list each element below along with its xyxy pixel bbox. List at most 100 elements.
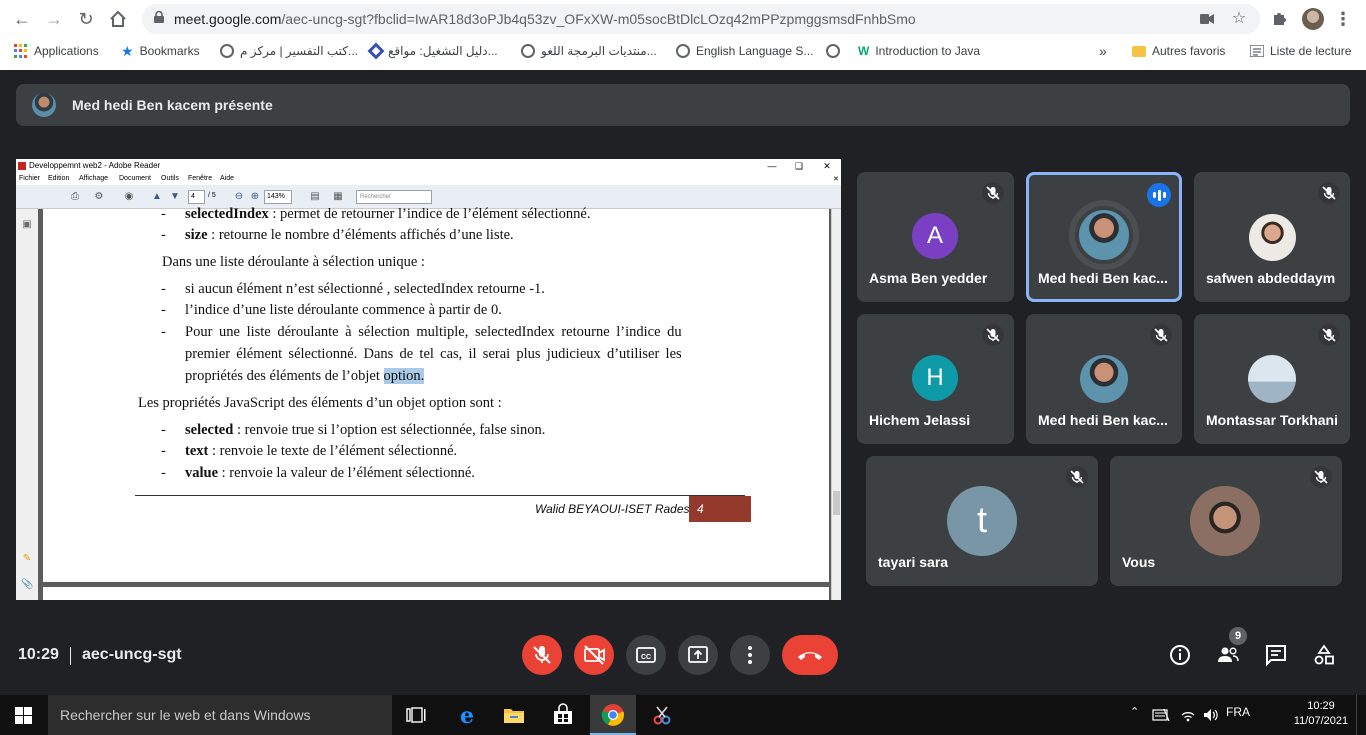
participant-tile[interactable]: A Asma Ben yedder	[857, 172, 1014, 302]
back-arrow-icon[interactable]: ←	[10, 7, 34, 31]
pdf-page: - selectedIndex : permet de retourner l’…	[43, 206, 829, 582]
meet-control-bar: 10:29 aec-uncg-sgt CC 9	[0, 610, 1366, 695]
attachment-icon[interactable]: 📎	[21, 579, 33, 591]
chrome-taskbar-button[interactable]	[590, 695, 636, 735]
close-icon[interactable]: ✕	[820, 160, 834, 172]
doc-line: Pour une liste déroulante à sélection mu…	[185, 324, 682, 340]
input-language[interactable]: FRA	[1226, 705, 1250, 719]
show-desktop-button[interactable]	[1356, 695, 1366, 735]
forward-arrow-icon[interactable]: →	[42, 7, 66, 31]
chrome-menu-icon[interactable]: ⋮	[1332, 8, 1354, 30]
participant-tile[interactable]: Montassar Torkhani	[1194, 314, 1350, 444]
doc-line: text : renvoie le texte de l’élément sél…	[185, 443, 458, 459]
toggle-camera-button[interactable]	[574, 635, 614, 675]
bookmark-forums[interactable]: منتديات البرمجة اللغو...	[521, 43, 657, 59]
menu-outils[interactable]: Outils	[161, 175, 179, 182]
globe-icon	[220, 44, 234, 58]
more-vertical-icon	[748, 646, 752, 664]
captions-button[interactable]: CC	[626, 635, 666, 675]
system-clock[interactable]: 10:29 11/07/2021	[1290, 699, 1352, 729]
doc-line: l’indice d’une liste déroulante commence…	[185, 302, 502, 318]
camera-icon[interactable]	[1198, 10, 1216, 28]
wifi-icon[interactable]	[1180, 707, 1196, 723]
extensions-puzzle-icon[interactable]	[1268, 8, 1290, 30]
captions-icon: CC	[636, 647, 656, 663]
address-bar[interactable]: meet.google.com/aec-uncg-sgt?fbclid=IwAR…	[142, 4, 1260, 34]
footer-author: Walid BEYAOUI-ISET Rades	[535, 502, 690, 516]
menu-fichier[interactable]: Fichier	[19, 175, 40, 182]
participant-tile-active[interactable]: Med hedi Ben kac...	[1026, 172, 1182, 302]
bookmark-other-favorites[interactable]: Autres favoris	[1132, 43, 1225, 59]
zoom-out-icon[interactable]: ⊖	[232, 190, 246, 204]
doc-line: selected : renvoie true si l’option est …	[185, 422, 546, 438]
bookmark-java-globe[interactable]	[826, 43, 840, 59]
volume-icon[interactable]	[1202, 707, 1220, 723]
shared-screen: Developpemnt web2 - Adobe Reader — ❏ ✕ F…	[16, 159, 841, 600]
participant-tile[interactable]: t tayari sara	[866, 456, 1098, 586]
doc-line: selectedIndex : permet de retourner l’in…	[185, 206, 591, 222]
more-bookmarks-button[interactable]: »	[1099, 43, 1107, 59]
participant-tile[interactable]: safwen abdeddaym	[1194, 172, 1350, 302]
comments-icon[interactable]: ✎	[21, 553, 33, 565]
bookmark-tafsir[interactable]: كتب التفسير | مركز م...	[220, 43, 358, 59]
edge-icon[interactable]: e	[455, 703, 479, 727]
zoom-input[interactable]: 143%	[264, 190, 292, 204]
tray-chevron-icon[interactable]: ⌃	[1130, 705, 1139, 718]
previous-page-icon[interactable]: ▲	[150, 190, 164, 204]
meeting-details-icon[interactable]	[1168, 643, 1192, 667]
store-icon[interactable]	[551, 703, 575, 727]
reading-list-button[interactable]: Liste de lecture	[1250, 43, 1351, 59]
reload-icon[interactable]: ↻	[74, 7, 98, 31]
menu-close-icon[interactable]: ✕	[833, 175, 839, 183]
present-now-button[interactable]	[678, 635, 718, 675]
reader-scrollbar[interactable]	[831, 209, 841, 600]
bookmark-applications[interactable]: Applications	[14, 43, 99, 59]
bookmark-label: كتب التفسير | مركز م...	[240, 44, 359, 58]
collaborate-icon[interactable]: ◉	[122, 190, 136, 204]
bookmark-bookmarks[interactable]: ★ Bookmarks	[121, 43, 200, 59]
leave-call-button[interactable]	[782, 635, 838, 675]
navigation-bar: ← → ↻ meet.google.com/aec-uncg-sgt?fbcli…	[0, 0, 1366, 38]
selected-text[interactable]: option.	[383, 368, 425, 384]
windows-start-icon[interactable]	[15, 707, 32, 724]
toggle-mic-button[interactable]	[522, 635, 562, 675]
task-view-icon[interactable]	[404, 703, 428, 727]
zoom-in-icon[interactable]: ⊕	[248, 190, 262, 204]
bookmark-star-icon[interactable]: ☆	[1230, 10, 1248, 28]
participant-tile-self[interactable]: Vous	[1110, 456, 1342, 586]
minimize-icon[interactable]: —	[765, 160, 779, 172]
participant-tile[interactable]: H Hichem Jelassi	[857, 314, 1014, 444]
bookmark-english[interactable]: English Language S...	[676, 43, 813, 59]
people-icon[interactable]	[1216, 643, 1240, 667]
snipping-tool-icon[interactable]	[650, 703, 674, 727]
bookmark-guide[interactable]: دليل التشغيل: مواقع...	[367, 42, 498, 60]
export-icon[interactable]: ⚙	[92, 190, 106, 204]
menu-aide[interactable]: Aide	[220, 175, 234, 182]
home-icon[interactable]	[106, 7, 130, 31]
file-explorer-icon[interactable]	[502, 703, 526, 727]
scrollbar-thumb[interactable]	[833, 491, 840, 515]
taskbar-search-input[interactable]: Rechercher sur le web et dans Windows	[48, 695, 392, 735]
participant-tile[interactable]: Med hedi Ben kac...	[1026, 314, 1182, 444]
restore-icon[interactable]: ❏	[792, 160, 806, 172]
fit-width-icon[interactable]: ▦	[331, 190, 345, 204]
participant-photo	[1079, 210, 1129, 260]
bookmark-java[interactable]: W Introduction to Java	[858, 43, 980, 59]
menu-edition[interactable]: Edition	[48, 175, 69, 182]
print-icon[interactable]: ⎙	[68, 190, 82, 204]
more-options-button[interactable]	[730, 635, 770, 675]
keyboard-icon[interactable]	[1152, 708, 1170, 722]
fit-page-icon[interactable]: ▤	[308, 190, 322, 204]
chrome-icon	[601, 704, 624, 726]
menu-fenetre[interactable]: Fenêtre	[188, 175, 212, 182]
reader-search-input[interactable]: Rechercher	[356, 190, 432, 204]
pages-panel-icon[interactable]: ▣	[21, 219, 33, 231]
profile-avatar[interactable]	[1302, 8, 1324, 30]
menu-affichage[interactable]: Affichage	[79, 175, 108, 182]
activities-icon[interactable]	[1312, 643, 1336, 667]
participant-photo	[1080, 355, 1128, 403]
menu-document[interactable]: Document	[119, 175, 151, 182]
page-number-input[interactable]: 4	[188, 190, 205, 204]
chat-icon[interactable]	[1264, 643, 1288, 667]
next-page-icon[interactable]: ▼	[168, 190, 182, 204]
